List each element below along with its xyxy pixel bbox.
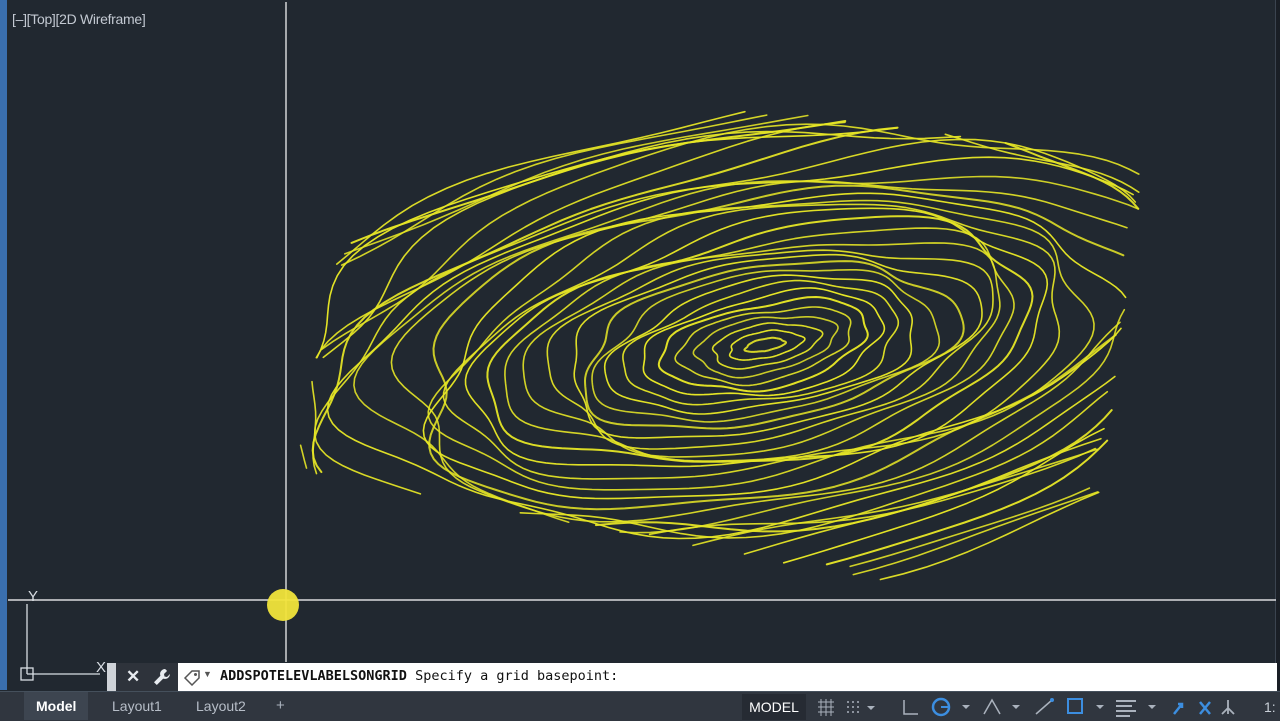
add-layout-button[interactable]: + [276,692,285,720]
contour-line [730,330,805,360]
isodraft-icon[interactable] [978,694,1026,720]
ucs-x-label: X [96,659,106,676]
contour-line [354,177,1138,533]
customization-icon[interactable] [1168,694,1244,720]
chevron-down-icon[interactable]: ▼ [203,669,212,679]
object-snap-icon[interactable] [1062,694,1108,720]
recent-commands-icon[interactable] [182,668,202,686]
contour-line [337,112,1099,580]
cursor-highlight [267,589,299,621]
ucs-axis-icon [21,604,100,680]
command-name: ADDSPOTELEVLABELSONGRID [220,668,407,684]
drawing-viewport[interactable]: Y X [–][Top][2D Wireframe] [0,0,1280,690]
ortho-icon[interactable] [898,694,922,720]
tab-layout2[interactable]: Layout2 [184,692,258,720]
contour-line [523,243,1000,457]
contour-line [352,121,1108,564]
object-snap-tracking-icon[interactable] [1030,694,1060,720]
command-line[interactable]: ✕ ▼ ADDSPOTELEVLABELSONGRID Specify a gr… [107,663,1277,691]
viewport-controls-label[interactable]: [–][Top][2D Wireframe] [12,11,145,27]
tab-model[interactable]: Model [24,692,88,720]
wrench-icon[interactable] [151,666,173,688]
grid-display-icon[interactable] [815,694,837,720]
contour-lines [301,112,1141,580]
tab-layout1[interactable]: Layout1 [100,692,174,720]
contour-line [315,139,1136,538]
polar-tracking-icon[interactable] [928,694,976,720]
snap-mode-icon[interactable] [843,694,877,720]
command-prompt[interactable]: ADDSPOTELEVLABELSONGRID Specify a grid b… [220,668,618,684]
ucs-y-label: Y [28,588,38,605]
annotation-scale-icon[interactable] [1112,694,1162,720]
command-line-grip[interactable] [107,663,116,691]
contour-line [693,317,838,378]
command-line-tools: ✕ [116,663,178,691]
annotation-scale-value[interactable]: 1: [1264,695,1276,721]
status-bar: Model Layout1 Layout2 + MODEL 1: [0,691,1280,721]
command-prompt-text: Specify a grid basepoint: [407,668,618,684]
contour-line [744,338,786,352]
drawing-canvas[interactable]: Y X [0,0,1280,690]
model-space-button[interactable]: MODEL [742,694,806,720]
close-icon[interactable]: ✕ [126,667,140,687]
